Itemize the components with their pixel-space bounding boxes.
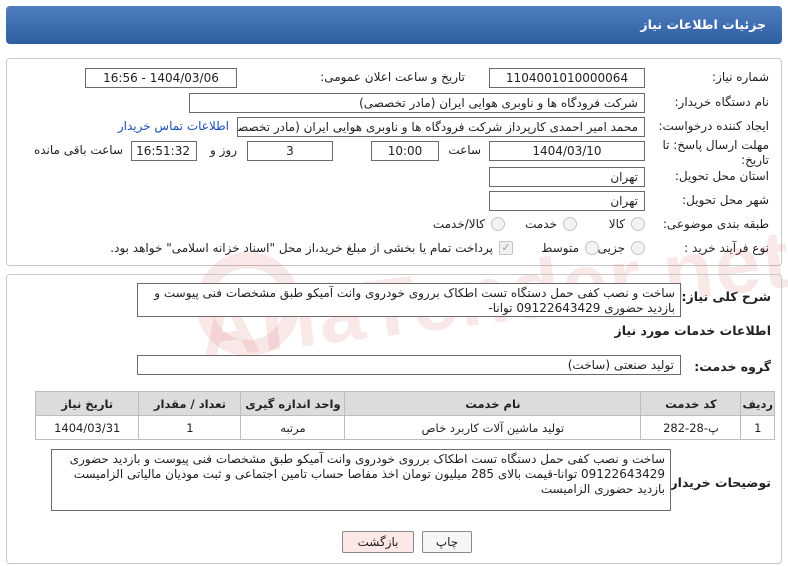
cell-row-number: 1 [740,415,775,440]
process-minor-radio[interactable] [631,241,645,255]
back-button[interactable]: بازگشت [342,531,414,553]
service-group-label: گروه خدمت: [694,359,771,374]
summary-textarea[interactable]: ساخت و نصب کفی حمل دستگاه تست اطکاک بررو… [137,283,681,317]
category-label: طبقه بندی موضوعی: [662,217,769,231]
summary-label: شرح کلی نیاز: [681,289,771,304]
days-remaining-field: 3 [247,141,333,161]
page-title-bar: جزئیات اطلاعات نیاز [6,6,782,44]
category-service-label: خدمت [525,217,557,231]
category-service-radio[interactable] [563,217,577,231]
cell-need-date: 1404/03/31 [34,415,140,440]
need-info-panel: شماره نیاز: 1104001010000064 تاریخ و ساع… [6,58,782,266]
col-unit: واحد اندازه گیری [240,391,346,416]
deadline-time-field: 10:00 [371,141,439,161]
buyer-notes-label: توضیحات خریدار: [665,475,771,490]
cell-service-name: تولید ماشین آلات کاربرد خاص [344,415,642,440]
province-field: تهران [489,167,645,187]
need-number-label: شماره نیاز: [712,70,769,84]
treasury-payment-note: پرداخت تمام یا بخشی از مبلغ خرید،از محل … [110,241,493,255]
process-minor-label: جزیی [597,241,625,255]
category-goods-service-label: کالا/خدمت [432,217,485,231]
buyer-org-label: نام دستگاه خریدار: [674,95,770,109]
remaining-time-label: ساعت باقی مانده [33,143,123,157]
col-service-name: نام خدمت [344,391,642,416]
requester-label: ایجاد کننده درخواست: [658,119,769,133]
table-row[interactable]: 1 پ-28-282 تولید ماشین آلات کاربرد خاص م… [34,415,775,440]
services-section-title: اطلاعات خدمات مورد نیاز [614,323,772,338]
deadline-date-label: تاریخ: [741,153,769,167]
process-medium-label: متوسط [541,241,579,255]
treasury-payment-checkbox[interactable]: ✓ [499,241,513,255]
process-label: نوع فرآیند خرید : [684,241,769,255]
col-quantity: تعداد / مقدار [138,391,242,416]
deadline-label: مهلت ارسال پاسخ: تا [662,138,769,152]
announce-datetime-field: 1404/03/06 - 16:56 [85,68,237,88]
category-goods-label: کالا [608,217,625,231]
services-panel: شرح کلی نیاز: ساخت و نصب کفی حمل دستگاه … [6,274,782,564]
col-need-date: تاریخ نیاز [34,391,140,416]
services-table-wrap: ردیف کد خدمت نام خدمت واحد اندازه گیری ت… [34,391,775,440]
days-label: روز و [210,143,237,157]
services-table: ردیف کد خدمت نام خدمت واحد اندازه گیری ت… [34,391,775,440]
print-button[interactable]: چاپ [422,531,472,553]
deadline-time-label: ساعت [448,143,481,157]
buyer-org-field: شرکت فرودگاه ها و ناوبری هوایی ایران (ما… [189,93,645,113]
service-group-field: تولید صنعتی (ساخت) [137,355,681,375]
cell-unit: مرتبه [240,415,346,440]
city-field: تهران [489,191,645,211]
requester-field: محمد امیر احمدی کارپرداز شرکت فرودگاه ها… [237,117,645,137]
announce-datetime-label: تاریخ و ساعت اعلان عمومی: [320,70,465,84]
table-header-row: ردیف کد خدمت نام خدمت واحد اندازه گیری ت… [34,391,775,416]
category-goods-radio[interactable] [631,217,645,231]
category-goods-service-radio[interactable] [491,217,505,231]
city-label: شهر محل تحویل: [682,193,769,207]
col-service-code: کد خدمت [640,391,742,416]
deadline-date-field: 1404/03/10 [489,141,645,161]
col-row-number: ردیف [740,391,775,416]
cell-quantity: 1 [138,415,242,440]
buyer-contact-link[interactable]: اطلاعات تماس خریدار [118,119,229,133]
remaining-time-field: 16:51:32 [131,141,197,161]
process-medium-radio[interactable] [585,241,599,255]
need-number-field: 1104001010000064 [489,68,645,88]
province-label: استان محل تحویل: [674,169,769,183]
page-title: جزئیات اطلاعات نیاز [640,17,766,32]
cell-service-code: پ-28-282 [640,415,742,440]
buyer-notes-textarea[interactable]: ساخت و نصب کفی حمل دستگاه تست اطکاک بررو… [51,449,671,511]
